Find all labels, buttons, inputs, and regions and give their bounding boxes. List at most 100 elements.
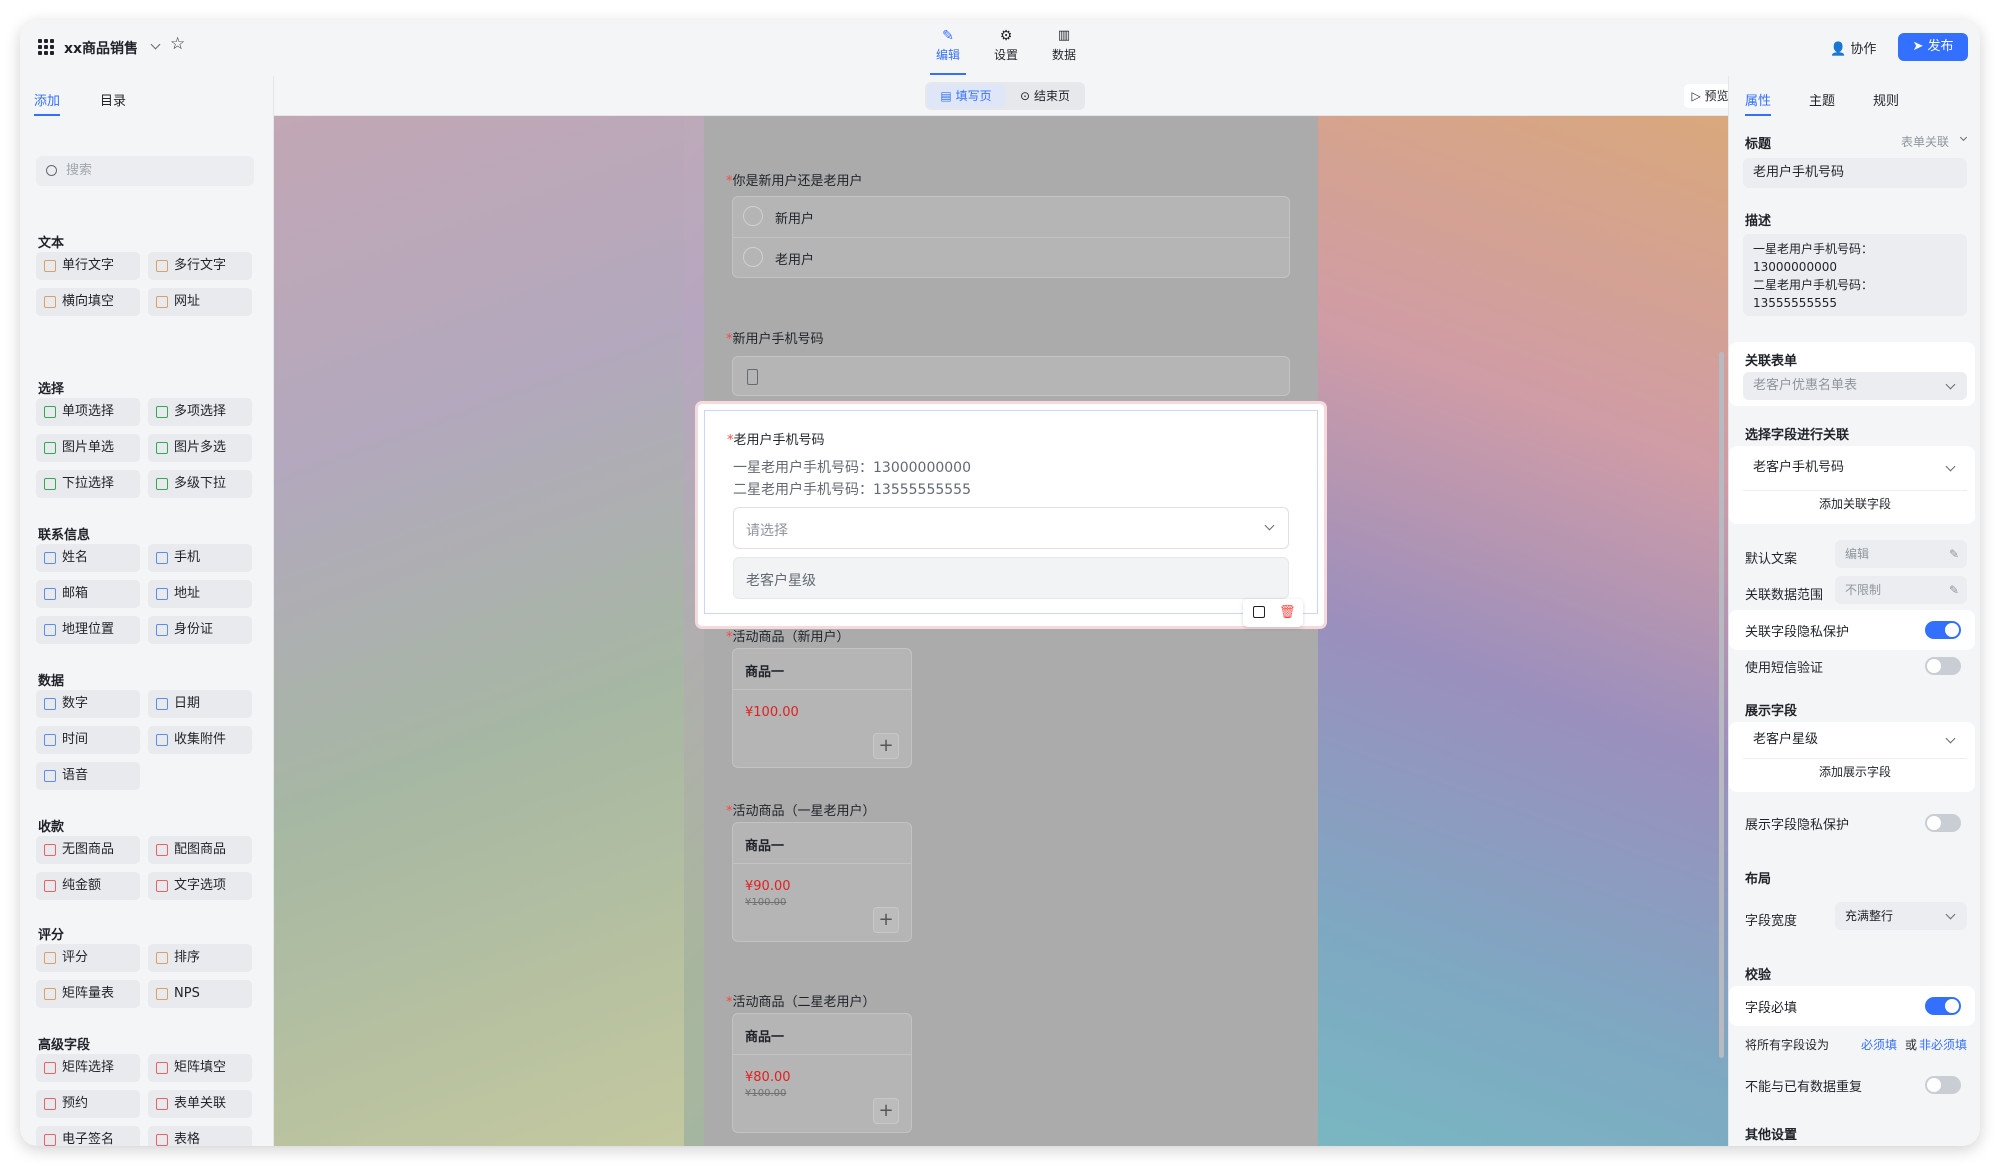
title-input[interactable]: 老用户手机号码 xyxy=(1743,158,1967,188)
apps-grid-icon[interactable] xyxy=(38,39,54,55)
component-item[interactable]: 网址 xyxy=(148,288,252,316)
chevron-down-icon[interactable] xyxy=(150,39,161,50)
component-item[interactable]: 日期 xyxy=(148,690,252,718)
selected-field-card[interactable]: *老用户手机号码 一星老用户手机号码：13000000000 二星老用户手机号码… xyxy=(704,410,1318,627)
association-select[interactable]: 请选择 xyxy=(733,507,1289,549)
component-item[interactable]: 电子签名 xyxy=(36,1126,140,1146)
product-card[interactable]: 商品一 ¥100.00 + xyxy=(732,648,912,768)
new-phone-input[interactable] xyxy=(732,356,1290,396)
plus-icon[interactable]: + xyxy=(873,907,899,933)
tab-rules[interactable]: 规则 xyxy=(1873,90,1899,109)
component-item[interactable]: 图片多选 xyxy=(148,434,252,462)
set-all-required-link[interactable]: 必须填 xyxy=(1861,1036,1897,1053)
component-label: 矩阵量表 xyxy=(62,986,115,1001)
plus-icon[interactable]: + xyxy=(873,733,899,759)
trash-icon[interactable]: 🗑 xyxy=(1279,605,1296,620)
component-label: 收集附件 xyxy=(174,732,227,747)
add-display-field-button[interactable]: 添加展示字段 xyxy=(1743,758,1967,784)
app-title[interactable]: xx商品销售 xyxy=(64,38,138,58)
page-toolbar: ▤ 填写页 ⊙ 结束页 ▷ 预览 xyxy=(274,76,1736,116)
display-field-select[interactable]: 老客户星级 xyxy=(1743,726,1967,754)
component-item[interactable]: 收集附件 xyxy=(148,726,252,754)
component-icon xyxy=(44,296,56,308)
copy-icon[interactable] xyxy=(1253,606,1265,618)
product-card[interactable]: 商品一 ¥80.00 ¥100.00 + xyxy=(732,1013,912,1133)
component-item[interactable]: 矩阵量表 xyxy=(36,980,140,1008)
description-textarea[interactable]: 一星老用户手机号码： 13000000000 二星老用户手机号码： 135555… xyxy=(1743,234,1967,316)
component-item[interactable]: 下拉选择 xyxy=(36,470,140,498)
component-item[interactable]: 多项选择 xyxy=(148,398,252,426)
component-item[interactable]: 语音 xyxy=(36,762,140,790)
component-icon xyxy=(44,952,56,964)
linked-form-select[interactable]: 老客户优惠名单表 xyxy=(1743,372,1967,400)
component-item[interactable]: 地理位置 xyxy=(36,616,140,644)
nav-settings[interactable]: ⚙ 设置 xyxy=(988,28,1024,63)
display-privacy-toggle[interactable] xyxy=(1925,814,1961,832)
component-item[interactable]: 邮箱 xyxy=(36,580,140,608)
divider xyxy=(733,1054,911,1055)
tab-catalog[interactable]: 目录 xyxy=(100,90,126,109)
component-item[interactable]: 多行文字 xyxy=(148,252,252,280)
plus-icon[interactable]: + xyxy=(873,1098,899,1124)
component-item[interactable]: 图片单选 xyxy=(36,434,140,462)
component-item[interactable]: 单行文字 xyxy=(36,252,140,280)
tab-theme[interactable]: 主题 xyxy=(1809,90,1835,109)
component-item[interactable]: 矩阵选择 xyxy=(36,1054,140,1082)
collab-button[interactable]: 👤 协作 xyxy=(1830,38,1876,57)
privacy-toggle[interactable] xyxy=(1925,621,1961,639)
end-page-tab[interactable]: ⊙ 结束页 xyxy=(1007,84,1083,108)
panel-scrollbar[interactable] xyxy=(1719,352,1724,1058)
set-all-optional-link[interactable]: 非必须填 xyxy=(1919,1036,1967,1053)
nav-data[interactable]: ▥ 数据 xyxy=(1046,28,1082,63)
component-item[interactable]: 身份证 xyxy=(148,616,252,644)
component-item[interactable]: 时间 xyxy=(36,726,140,754)
component-item[interactable]: 文字选项 xyxy=(148,872,252,900)
component-item[interactable]: 横向填空 xyxy=(36,288,140,316)
component-icon xyxy=(156,952,168,964)
width-select[interactable]: 充满整行 xyxy=(1835,902,1967,930)
publish-button[interactable]: ➤ 发布 xyxy=(1898,33,1968,61)
no-dup-toggle[interactable] xyxy=(1925,1076,1961,1094)
component-item[interactable]: 排序 xyxy=(148,944,252,972)
component-item[interactable]: 表格 xyxy=(148,1126,252,1146)
component-icon xyxy=(156,406,168,418)
width-label: 字段宽度 xyxy=(1745,914,1798,929)
default-text-edit[interactable]: 编辑 ✎ xyxy=(1835,540,1967,568)
select-field-select[interactable]: 老客户手机号码 xyxy=(1743,454,1967,482)
tab-properties[interactable]: 属性 xyxy=(1745,90,1771,109)
component-item[interactable]: 姓名 xyxy=(36,544,140,572)
component-item[interactable]: 表单关联 xyxy=(148,1090,252,1118)
component-item[interactable]: 评分 xyxy=(36,944,140,972)
sms-toggle[interactable] xyxy=(1925,657,1961,675)
fill-page-tab[interactable]: ▤ 填写页 xyxy=(927,84,1005,108)
component-label: 表单关联 xyxy=(174,1096,227,1111)
component-label: 电子签名 xyxy=(62,1132,115,1146)
component-item[interactable]: 地址 xyxy=(148,580,252,608)
star-icon[interactable]: ☆ xyxy=(170,34,185,54)
search-input[interactable]: 搜索 xyxy=(36,156,254,186)
component-item[interactable]: 矩阵填空 xyxy=(148,1054,252,1082)
required-toggle[interactable] xyxy=(1925,997,1961,1015)
component-item[interactable]: 单项选择 xyxy=(36,398,140,426)
nav-edit[interactable]: ✎ 编辑 xyxy=(930,28,966,63)
product-name: 商品一 xyxy=(745,839,785,854)
component-icon xyxy=(156,734,168,746)
add-link-field-button[interactable]: 添加关联字段 xyxy=(1743,490,1967,516)
field-type-dropdown[interactable]: 表单关联 xyxy=(1901,133,1949,150)
component-icon xyxy=(44,770,56,782)
component-item[interactable]: 配图商品 xyxy=(148,836,252,864)
component-item[interactable]: 手机 xyxy=(148,544,252,572)
component-item[interactable]: 无图商品 xyxy=(36,836,140,864)
component-item[interactable]: 多级下拉 xyxy=(148,470,252,498)
component-item[interactable]: 预约 xyxy=(36,1090,140,1118)
component-item[interactable]: 数字 xyxy=(36,690,140,718)
product-question-title: *活动商品（二星老用户） xyxy=(726,995,876,1010)
product-card[interactable]: 商品一 ¥90.00 ¥100.00 + xyxy=(732,822,912,942)
component-item[interactable]: NPS xyxy=(148,980,252,1008)
tab-add[interactable]: 添加 xyxy=(34,90,60,109)
range-edit[interactable]: 不限制 ✎ xyxy=(1835,576,1967,604)
tab-add-underline xyxy=(34,114,60,116)
component-item[interactable]: 纯金额 xyxy=(36,872,140,900)
product-original-price: ¥100.00 xyxy=(745,897,787,908)
component-label: 图片单选 xyxy=(62,440,115,455)
